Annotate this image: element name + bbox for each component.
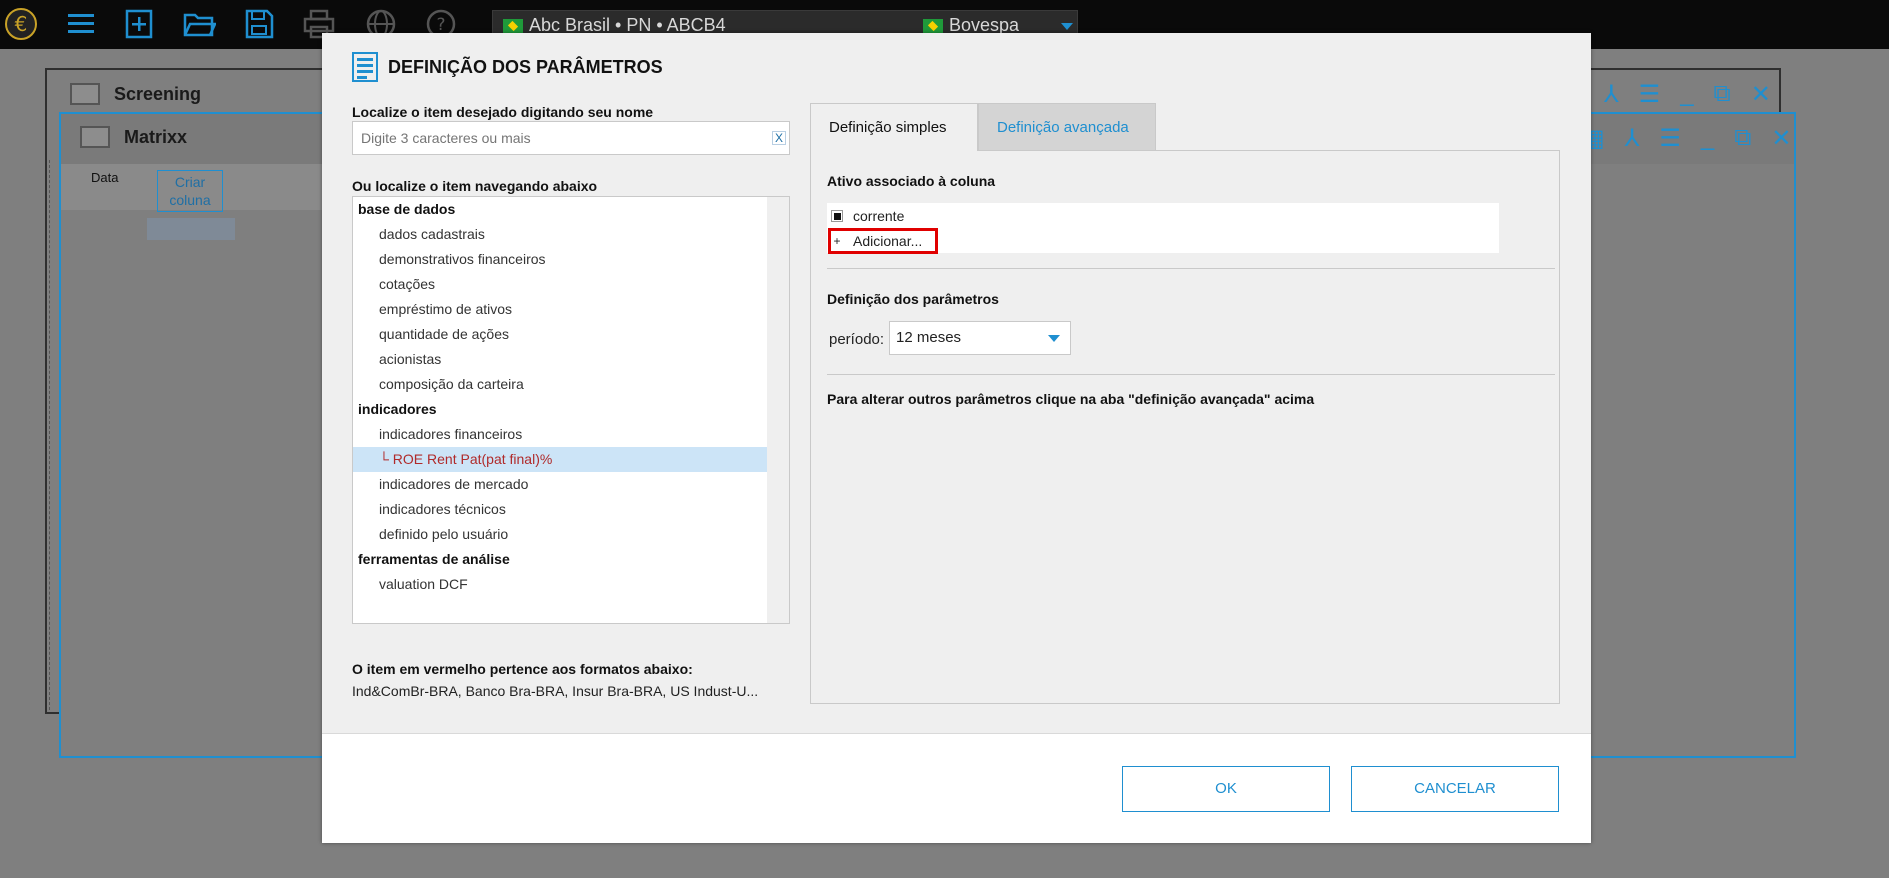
tree-category[interactable]: indicadores [353,397,789,422]
tree-item[interactable]: composição da carteira [353,372,789,397]
search-label: Localize o item desejado digitando seu n… [352,104,654,120]
parameters-dialog: DEFINIÇÃO DOS PARÂMETROS Localize o item… [322,33,1591,843]
asset-current-label: corrente [853,208,905,224]
highlight-box [828,228,938,254]
screening-window-title: Screening [70,83,201,105]
tree-item-selected[interactable]: └ ROE Rent Pat(pat final)% [353,447,767,472]
tab-advanced-definition[interactable]: Definição avançada [978,103,1156,151]
tree-item[interactable]: valuation DCF [353,572,789,597]
divider [827,268,1555,269]
close-icon[interactable]: ✕ [1751,80,1771,109]
tree-item[interactable]: demonstrativos financeiros [353,247,789,272]
minimize-icon[interactable]: _ [1680,80,1693,109]
menu-icon[interactable]: ☰ [1639,80,1661,109]
advanced-note: Para alterar outros parâmetros clique na… [827,391,1315,407]
periodo-value: 12 meses [896,329,962,346]
open-folder-icon[interactable] [180,5,218,43]
cancel-button[interactable]: CANCELAR [1351,766,1559,812]
window-edge [49,160,51,710]
tree-item[interactable]: definido pelo usuário [353,522,789,547]
maximize-icon[interactable]: ⧉ [1714,80,1731,109]
chevron-down-icon[interactable] [1061,23,1073,30]
tab-simple-definition[interactable]: Definição simples [810,103,978,151]
param-section-title: Definição dos parâmetros [827,291,999,307]
item-tree[interactable]: base de dados dados cadastrais demonstrati… [352,196,790,624]
checkbox-icon[interactable] [831,210,843,222]
maximize-icon[interactable]: ⧉ [1734,124,1751,153]
simple-definition-panel: Ativo associado à coluna corrente + Adic… [810,150,1560,704]
tree-item[interactable]: dados cadastrais [353,222,789,247]
periodo-label: período: [829,331,885,348]
matrixx-selected-cell[interactable] [147,218,235,240]
euro-logo-icon[interactable]: € [2,5,40,43]
brazil-flag-icon [503,18,523,33]
asset-list: corrente + Adicionar... [827,203,1499,254]
divider [827,374,1555,375]
tree-rows: base de dados dados cadastrais demonstrati… [353,197,789,597]
matrixx-column-data: Data [91,170,119,185]
tree-item[interactable]: cotações [353,272,789,297]
save-icon[interactable] [240,5,278,43]
menu-icon[interactable] [62,5,100,43]
matrixx-title-text: Matrixx [124,126,188,147]
tree-item[interactable]: indicadores de mercado [353,472,789,497]
new-file-icon[interactable] [120,5,158,43]
close-icon[interactable]: ✕ [1771,124,1791,153]
tree-category[interactable]: base de dados [353,197,789,222]
matrixx-window-controls: ▦ ⅄ ☰ _ ⧉ ✕ [1582,124,1791,153]
matrixx-window-icon [80,126,110,148]
tree-item[interactable]: acionistas [353,347,789,372]
search-field[interactable]: X [352,121,790,155]
screening-title-text: Screening [114,83,202,104]
definition-tabs: Definição simples Definição avançada [810,103,1156,151]
tree-item[interactable]: indicadores financeiros [353,422,789,447]
browse-label: Ou localize o item navegando abaixo [352,178,598,194]
minimize-icon[interactable]: _ [1701,124,1714,153]
periodo-select[interactable]: 12 meses [889,321,1071,355]
red-item-label: O item em vermelho pertence aos formatos… [352,661,693,677]
brazil-flag-icon [923,18,943,33]
create-column-button[interactable]: Criar coluna [157,170,223,212]
tree-item[interactable]: quantidade de ações [353,322,789,347]
screening-window-icon [70,83,100,105]
tree-category[interactable]: ferramentas de análise [353,547,789,572]
search-input[interactable] [353,122,733,154]
asset-current-row[interactable]: corrente [831,205,904,227]
screening-window-controls: ⅄ ☰ _ ⧉ ✕ [1604,80,1771,109]
pdf-icon[interactable]: ⅄ [1604,80,1619,109]
ok-button[interactable]: OK [1122,766,1330,812]
tree-item[interactable]: indicadores técnicos [353,497,789,522]
chevron-down-icon[interactable] [1048,335,1060,342]
pdf-icon[interactable]: ⅄ [1625,124,1640,153]
matrixx-window-title: Matrixx [80,126,187,148]
dialog-title-text: DEFINIÇÃO DOS PARÂMETROS [388,56,663,77]
dialog-title: DEFINIÇÃO DOS PARÂMETROS [352,52,663,82]
svg-text:€: € [15,12,28,36]
dialog-footer: OK CANCELAR [322,733,1591,843]
tree-scrollbar[interactable] [767,197,789,623]
tree-item[interactable]: empréstimo de ativos [353,297,789,322]
svg-text:?: ? [436,15,445,35]
asset-section-title: Ativo associado à coluna [827,173,996,189]
red-item-formats: Ind&ComBr-BRA, Banco Bra-BRA, Insur Bra-… [352,683,759,699]
menu-icon[interactable]: ☰ [1659,124,1681,153]
parameters-icon [352,52,378,82]
clear-search-icon[interactable]: X [772,131,786,145]
